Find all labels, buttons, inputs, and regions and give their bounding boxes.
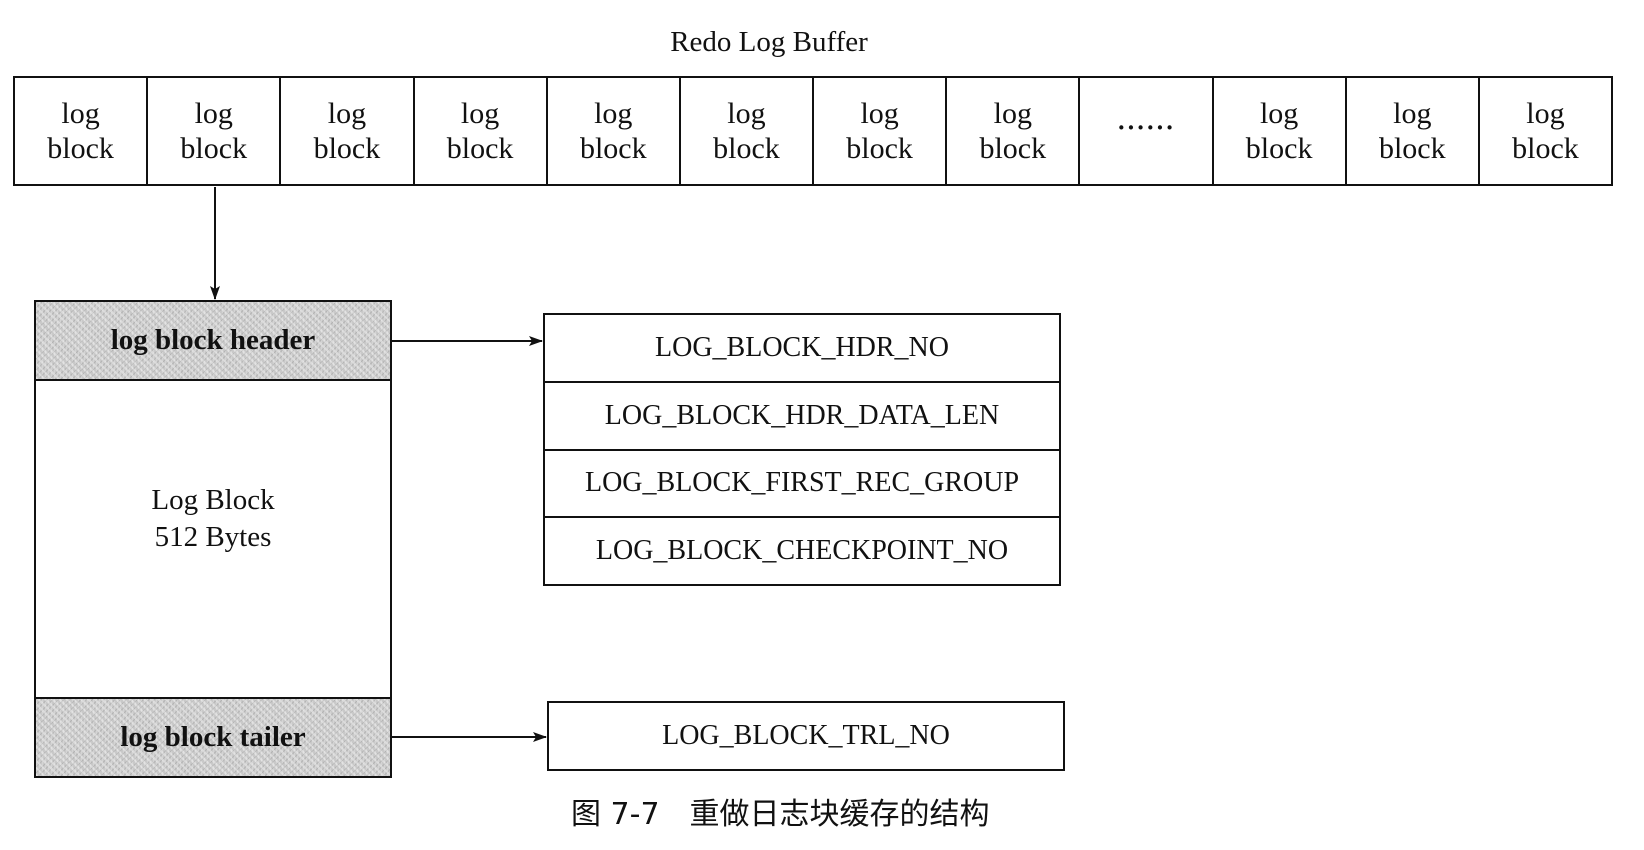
log-block-body-title: Log Block — [151, 484, 275, 516]
cell-line2: block — [313, 132, 381, 165]
field-label: LOG_BLOCK_FIRST_REC_GROUP — [584, 467, 1020, 499]
cell-line1: log — [61, 97, 100, 130]
cell-line2: block — [180, 132, 248, 165]
header-fields-box: LOG_BLOCK_HDR_NO LOG_BLOCK_HDR_DATA_LEN … — [543, 313, 1061, 586]
log-block-size: 512 Bytes — [154, 521, 272, 553]
field-label: LOG_BLOCK_HDR_DATA_LEN — [604, 399, 1000, 431]
cell-line1: log — [993, 97, 1032, 130]
log-block-structure: log block header Log Block 512 Bytes log… — [34, 300, 392, 778]
buffer-log-block[interactable]: log block — [1214, 78, 1347, 184]
cell-line2: block — [47, 132, 114, 165]
cell-line1: log — [1526, 97, 1565, 130]
cell-line1: log — [594, 97, 633, 130]
log-block-body: Log Block 512 Bytes — [36, 482, 390, 556]
buffer-log-block[interactable]: log block — [415, 78, 548, 184]
buffer-log-block[interactable]: log block — [681, 78, 815, 184]
cell-line1: log — [727, 97, 766, 130]
buffer-log-block[interactable]: log block — [148, 78, 282, 184]
cell-line2: block — [713, 132, 780, 165]
field-label: LOG_BLOCK_CHECKPOINT_NO — [595, 535, 1009, 567]
figure-caption: 图 7-7 重做日志块缓存的结构 — [571, 797, 990, 832]
header-field-row[interactable]: LOG_BLOCK_HDR_NO — [545, 315, 1059, 383]
field-label: LOG_BLOCK_HDR_NO — [655, 331, 949, 363]
cell-line1: log — [1259, 97, 1299, 130]
log-block-tailer-label: log block tailer — [120, 721, 306, 753]
cell-line2: block — [846, 132, 913, 165]
cell-line1: log — [327, 97, 367, 130]
log-block-header-label: log block header — [110, 324, 316, 356]
tailer-field-label: LOG_BLOCK_TRL_NO — [662, 720, 950, 751]
cell-line2: block — [1512, 132, 1579, 165]
buffer-log-block[interactable]: log block — [1480, 78, 1611, 184]
cell-line1: log — [1393, 97, 1432, 130]
redo-log-buffer: log block log block log block log block log b… — [13, 76, 1613, 186]
ellipsis-dots: ······ — [1116, 112, 1175, 142]
header-field-row[interactable]: LOG_BLOCK_CHECKPOINT_NO — [545, 518, 1059, 584]
buffer-title: Redo Log Buffer — [0, 24, 1644, 60]
buffer-log-block[interactable]: log block — [15, 78, 149, 184]
cell-line2: block — [979, 132, 1047, 165]
buffer-log-block[interactable]: log block — [947, 78, 1081, 184]
cell-line1: log — [460, 97, 500, 130]
header-field-row[interactable]: LOG_BLOCK_HDR_DATA_LEN — [545, 383, 1059, 451]
header-field-row[interactable]: LOG_BLOCK_FIRST_REC_GROUP — [545, 451, 1059, 519]
cell-line2: block — [579, 132, 647, 165]
buffer-log-block[interactable]: log block — [814, 78, 948, 184]
buffer-log-block[interactable]: log block — [281, 78, 415, 184]
log-block-header[interactable]: log block header — [36, 302, 390, 381]
buffer-log-block[interactable]: log block — [1347, 78, 1480, 184]
tailer-fields-box[interactable]: LOG_BLOCK_TRL_NO — [547, 701, 1065, 771]
buffer-log-block[interactable]: log block — [548, 78, 681, 184]
cell-line2: block — [1245, 132, 1313, 165]
cell-line2: block — [446, 132, 514, 165]
cell-line1: log — [194, 97, 233, 130]
buffer-ellipsis-cell: ······ — [1080, 78, 1214, 184]
cell-line1: log — [860, 97, 899, 130]
buffer-title-text: Redo Log Buffer — [670, 26, 868, 58]
log-block-tailer[interactable]: log block tailer — [36, 697, 390, 776]
cell-line2: block — [1378, 132, 1446, 165]
